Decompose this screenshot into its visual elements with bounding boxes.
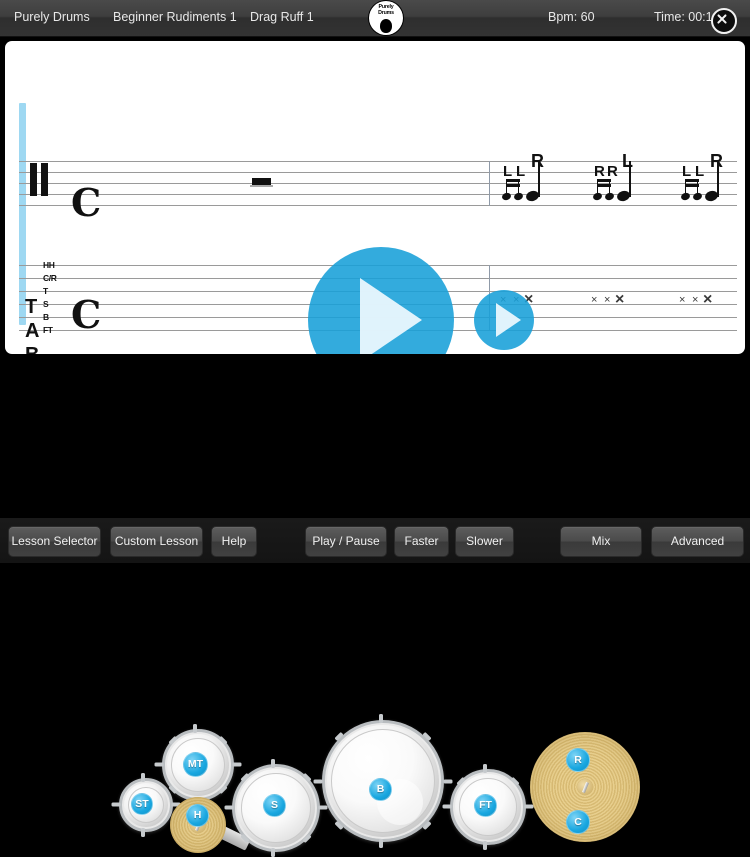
sticking-label: L (682, 163, 692, 180)
tab-row-label-ft: FT (43, 325, 53, 335)
time-readout: Time: 00:16 (654, 10, 720, 24)
help-button[interactable]: Help (211, 526, 257, 557)
pad-bass[interactable]: B (369, 778, 392, 801)
pad-snare[interactable]: S (263, 794, 286, 817)
faster-button[interactable]: Faster (394, 526, 449, 557)
whole-rest-icon (250, 178, 273, 187)
tab-x-notehead: × (692, 294, 699, 306)
tab-letter-b: B (25, 345, 39, 354)
exercise-title[interactable]: Drag Ruff 1 (250, 10, 314, 24)
pad-label: FT (479, 799, 492, 811)
grace-notehead (501, 191, 512, 202)
custom-lesson-button[interactable]: Custom Lesson (110, 526, 203, 557)
grace-notehead (692, 191, 703, 202)
pad-small-tom[interactable]: ST (131, 793, 153, 815)
grace-notehead (592, 191, 603, 202)
app-title: Purely Drums (14, 10, 90, 24)
grace-notehead (680, 191, 691, 202)
play-button-main[interactable] (308, 247, 454, 354)
tab-x-notehead: × (615, 291, 625, 308)
logo-drum-dot (380, 19, 392, 33)
pad-label: R (574, 754, 582, 766)
pad-mid-tom[interactable]: MT (183, 752, 208, 777)
advanced-button[interactable]: Advanced (651, 526, 744, 557)
score-panel: C T A B HH C/R T S B FT C L L R R (5, 41, 745, 354)
pad-label: ST (135, 798, 149, 810)
play-button-small[interactable] (474, 290, 534, 350)
tab-x-notehead: × (679, 294, 686, 306)
tab-row-label-cr: C/R (43, 273, 57, 283)
tab-x-notehead: × (703, 291, 713, 308)
tab-x-notehead: × (604, 294, 611, 306)
pad-crash[interactable]: C (566, 810, 590, 834)
lesson-selector-button[interactable]: Lesson Selector (8, 526, 101, 557)
play-pause-button[interactable]: Play / Pause (305, 526, 387, 557)
pad-floor-tom[interactable]: FT (474, 794, 497, 817)
tab-letter-a: A (25, 320, 40, 342)
tab-row-label-hh: HH (43, 260, 55, 270)
pad-ride[interactable]: R (566, 748, 590, 772)
bar-line (489, 161, 490, 206)
grace-notehead (604, 191, 615, 202)
play-icon (360, 278, 422, 354)
tab-x-notehead: × (591, 294, 598, 306)
tab-letter-t: T (25, 296, 38, 318)
sticking-label: L (503, 163, 513, 180)
logo-line-2: Drums (378, 9, 394, 16)
mix-button[interactable]: Mix (560, 526, 642, 557)
bpm-readout: Bpm: 60 (548, 10, 595, 24)
tab-row-label-b: B (43, 312, 49, 322)
sticking-label: R (607, 163, 618, 180)
staff-line (19, 205, 737, 206)
purely-drums-logo: Purely Drums (369, 1, 403, 35)
drum-kit: ST MT H S B FT R C (0, 354, 750, 857)
pad-label: H (193, 809, 202, 821)
sticking-label: L (516, 163, 526, 180)
tab-row-label-t: T (43, 286, 48, 296)
pad-hi-hat[interactable]: H (186, 804, 209, 827)
close-icon[interactable] (711, 8, 737, 34)
pad-label: C (574, 816, 582, 828)
lesson-group-title[interactable]: Beginner Rudiments 1 (113, 10, 237, 24)
top-bar: Purely Drums Beginner Rudiments 1 Drag R… (0, 0, 750, 37)
pad-label: MT (187, 758, 204, 770)
pad-label: B (376, 783, 385, 795)
sticking-label: L (695, 163, 705, 180)
sticking-label: L (622, 151, 633, 171)
purely-drums-app: Purely Drums Beginner Rudiments 1 Drag R… (0, 0, 750, 857)
tab-row-label-s: S (43, 299, 49, 309)
slower-button[interactable]: Slower (455, 526, 514, 557)
sticking-label: R (594, 163, 605, 180)
time-signature: C (71, 180, 102, 225)
tab-time-signature: C (71, 292, 102, 337)
pad-label: S (270, 799, 278, 811)
bottom-toolbar: Lesson Selector Custom Lesson Help Play … (0, 518, 750, 563)
play-icon (496, 303, 521, 337)
grace-notehead (513, 191, 524, 202)
